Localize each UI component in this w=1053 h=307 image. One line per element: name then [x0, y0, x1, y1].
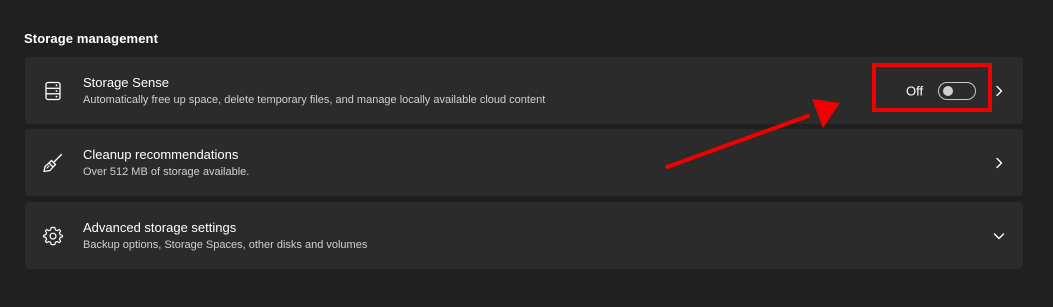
broom-icon — [41, 151, 65, 175]
section-title: Storage management — [24, 31, 159, 46]
chevron-down-icon[interactable] — [993, 230, 1005, 242]
gear-icon — [41, 224, 65, 248]
chevron-right-icon[interactable] — [993, 157, 1005, 169]
storage-sense-title: Storage Sense — [83, 74, 170, 90]
cleanup-recommendations-row[interactable]: Cleanup recommendations Over 512 MB of s… — [25, 129, 1023, 196]
storage-drive-icon — [41, 79, 65, 103]
storage-sense-description: Automatically free up space, delete temp… — [83, 93, 546, 106]
advanced-storage-settings-row[interactable]: Advanced storage settings Backup options… — [25, 202, 1023, 269]
storage-sense-toggle[interactable] — [938, 81, 976, 100]
cleanup-recommendations-description: Over 512 MB of storage available. — [83, 165, 250, 178]
chevron-right-icon[interactable] — [993, 85, 1005, 97]
advanced-storage-settings-description: Backup options, Storage Spaces, other di… — [83, 238, 368, 251]
cleanup-recommendations-title: Cleanup recommendations — [83, 146, 239, 162]
advanced-storage-settings-title: Advanced storage settings — [83, 219, 237, 235]
toggle-knob — [943, 85, 953, 96]
storage-sense-toggle-label: Off — [906, 83, 924, 98]
storage-sense-row[interactable]: Storage Sense Automatically free up spac… — [25, 57, 1023, 124]
